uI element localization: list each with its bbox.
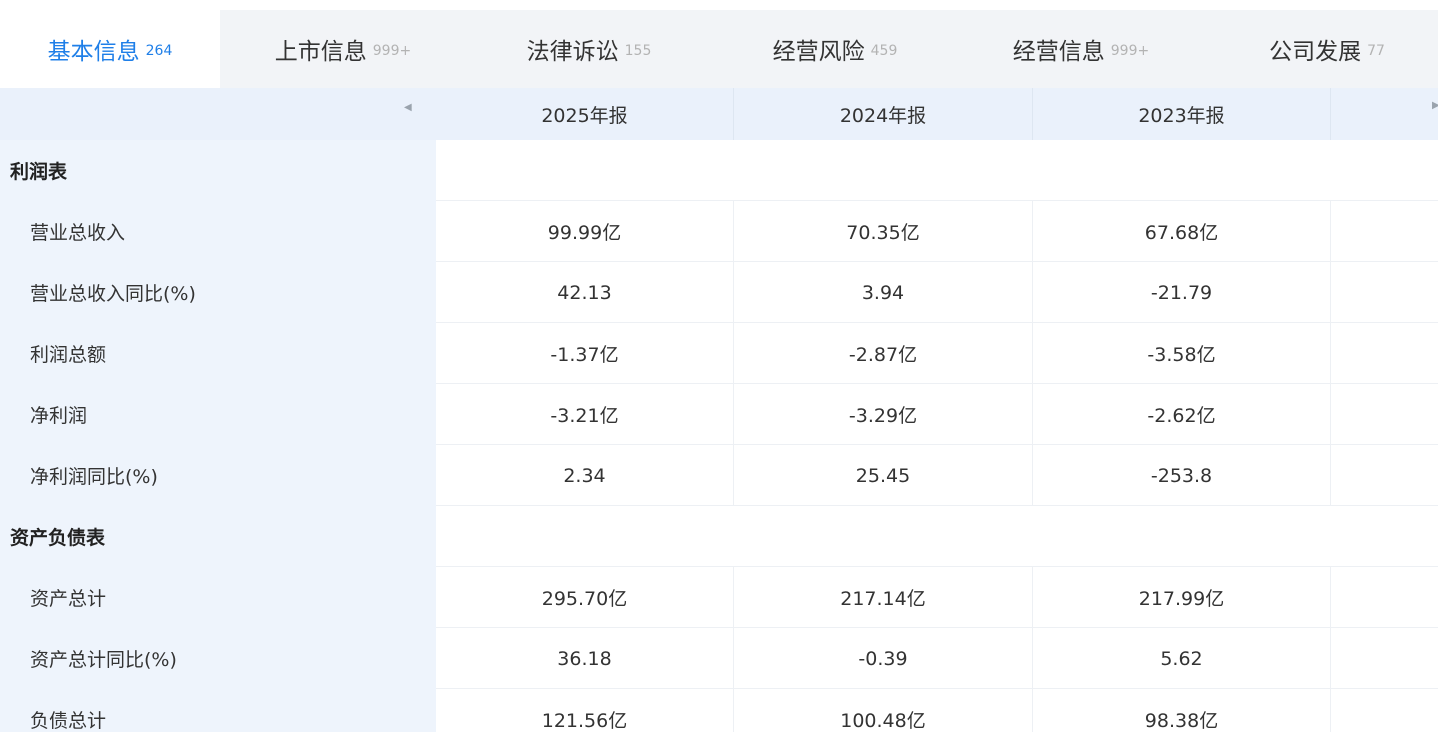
value-cell: -3.58亿: [1147, 344, 1216, 366]
tab-label: 经营信息: [1012, 39, 1105, 65]
value-cell: 67.68亿: [1144, 222, 1219, 244]
row-label-total-profit: 利润总额: [30, 344, 107, 366]
value-cell: 217.99亿: [1138, 588, 1225, 610]
year-header-2023: 2023年报: [1138, 104, 1225, 127]
value-cell: -2.62亿: [1147, 405, 1216, 427]
value-cell: 121.56亿: [541, 710, 628, 732]
tab-bar: 基本信息 264 上市信息 999+ 法律诉讼 155 经营风险 459 经营信…: [0, 10, 1438, 88]
company-info-page: 基本信息 264 上市信息 999+ 法律诉讼 155 经营风险 459 经营信…: [0, 0, 1438, 732]
label-column-header: ◀: [0, 88, 436, 140]
column-divider: [1330, 201, 1331, 506]
value-cell: -1.37亿: [550, 344, 619, 366]
value-cell: -21.79: [1150, 281, 1213, 304]
value-cell: 5.62: [1160, 647, 1203, 670]
tab-company-development[interactable]: 公司发展 77: [1204, 10, 1438, 88]
section-balance-sheet: 资产负债表: [10, 527, 106, 549]
row-label-revenue-yoy: 营业总收入同比(%): [30, 283, 196, 305]
tab-count-badge: 459: [870, 43, 898, 59]
value-cell: 3.94: [861, 281, 905, 304]
row-label-column: ◀ 利润表 营业总收入 营业总收入同比(%) 利润总额 净利润 净利润同比(%)…: [0, 88, 436, 732]
value-cell: -0.39: [858, 647, 908, 670]
tab-legal-litigation[interactable]: 法律诉讼 155: [466, 10, 712, 88]
value-cell: -3.21亿: [550, 405, 619, 427]
tab-count-badge: 77: [1367, 43, 1385, 59]
value-cell: 42.13: [557, 281, 612, 304]
tab-label: 上市信息: [274, 39, 367, 65]
tab-count-badge: 999+: [372, 43, 412, 59]
row-label-net-profit-yoy: 净利润同比(%): [30, 466, 158, 488]
column-divider: [1330, 567, 1331, 732]
value-cell: -3.29亿: [848, 405, 918, 427]
top-strip: [0, 0, 1438, 10]
value-cell: 36.18: [557, 647, 612, 670]
row-label-total-assets-yoy: 资产总计同比(%): [30, 649, 177, 671]
tab-label: 经营风险: [772, 39, 865, 65]
tab-basic-info[interactable]: 基本信息 264: [0, 10, 220, 88]
tab-label: 基本信息: [47, 39, 140, 65]
year-header-row: 2025年报 2024年报 2023年报 ▶: [436, 88, 1438, 140]
tab-operating-risk[interactable]: 经营风险 459: [712, 10, 958, 88]
scroll-left-icon[interactable]: ◀: [404, 102, 412, 113]
header-divider: [1330, 88, 1331, 140]
tab-label: 公司发展: [1269, 39, 1362, 65]
value-cell: 100.48亿: [840, 710, 926, 732]
tab-count-badge: 999+: [1110, 43, 1150, 59]
tab-count-badge: 155: [624, 43, 652, 59]
section-income-statement: 利润表: [10, 161, 68, 183]
year-header-2024: 2024年报: [839, 104, 927, 127]
tab-count-badge: 264: [145, 43, 173, 59]
row-label-total-assets: 资产总计: [30, 588, 107, 610]
value-cell: 295.70亿: [541, 588, 628, 610]
value-cell: 2.34: [563, 464, 606, 487]
row-label-net-profit: 净利润: [30, 405, 88, 427]
value-cell: 25.45: [855, 464, 911, 487]
scroll-right-icon[interactable]: ▶: [1432, 100, 1438, 111]
value-cell: 98.38亿: [1144, 710, 1219, 732]
value-cell: -2.87亿: [848, 344, 918, 366]
value-cell: 70.35亿: [846, 222, 920, 244]
row-label-total-revenue: 营业总收入: [30, 222, 126, 244]
value-grid: 99.99亿 70.35亿 67.68亿 42.13 3.94 -21.79 -…: [436, 140, 1438, 732]
tab-operating-info[interactable]: 经营信息 999+: [958, 10, 1204, 88]
value-cell: 99.99亿: [547, 222, 622, 244]
year-header-2025: 2025年报: [541, 104, 628, 127]
tab-listing-info[interactable]: 上市信息 999+: [220, 10, 466, 88]
value-cell: -253.8: [1150, 464, 1213, 487]
tab-label: 法律诉讼: [526, 39, 619, 65]
row-label-total-liabilities: 负债总计: [30, 710, 107, 732]
value-cell: 217.14亿: [840, 588, 926, 610]
